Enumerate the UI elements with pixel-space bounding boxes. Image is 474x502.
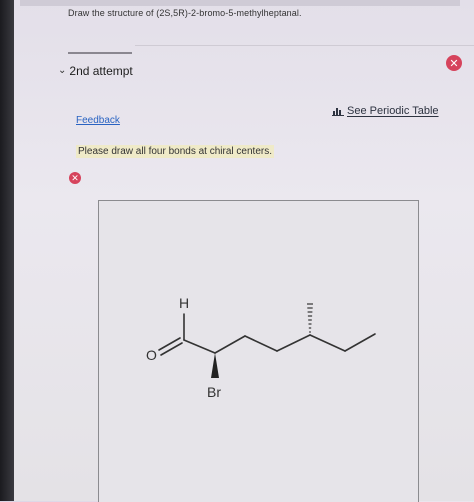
hash-bond-methyl [307, 303, 313, 333]
chevron-down-icon: ⌄ [58, 65, 67, 76]
atom-oxygen: O [146, 347, 157, 363]
molecule-drawing: O H Br [146, 295, 376, 400]
header-rule [135, 45, 474, 46]
atom-bromine: Br [207, 384, 221, 400]
bar-chart-icon [332, 108, 344, 116]
bond-c1-c2 [183, 339, 216, 354]
bond-carbonyl-1 [158, 337, 181, 351]
close-icon[interactable]: ✕ [446, 55, 462, 71]
bond-c2-c3 [214, 335, 246, 354]
periodic-table-label: See Periodic Table [347, 105, 439, 117]
attempt-label: 2nd attempt [69, 64, 133, 78]
top-strip [20, 0, 460, 6]
wedge-bond-bromo [211, 353, 219, 378]
attempt-toggle[interactable]: ⌄ 2nd attempt [58, 64, 133, 78]
atom-hydrogen: H [179, 295, 189, 311]
feedback-message: Please draw all four bonds at chiral cen… [76, 145, 274, 158]
bond-c4-c5 [276, 334, 311, 352]
bond-c3-c4 [244, 335, 278, 352]
drawing-canvas[interactable]: O H Br [98, 200, 419, 502]
feedback-link[interactable]: Feedback [76, 115, 120, 126]
device-bezel [0, 0, 14, 501]
bond-carbonyl-2 [160, 342, 183, 356]
question-text: Draw the structure of (2S,5R)-2-bromo-5-… [68, 8, 302, 18]
bond-c6-c7 [344, 333, 376, 352]
error-icon: ✕ [69, 172, 81, 184]
bond-c5-c6 [309, 334, 346, 352]
section-divider [68, 52, 132, 54]
periodic-table-link[interactable]: See Periodic Table [332, 105, 439, 117]
